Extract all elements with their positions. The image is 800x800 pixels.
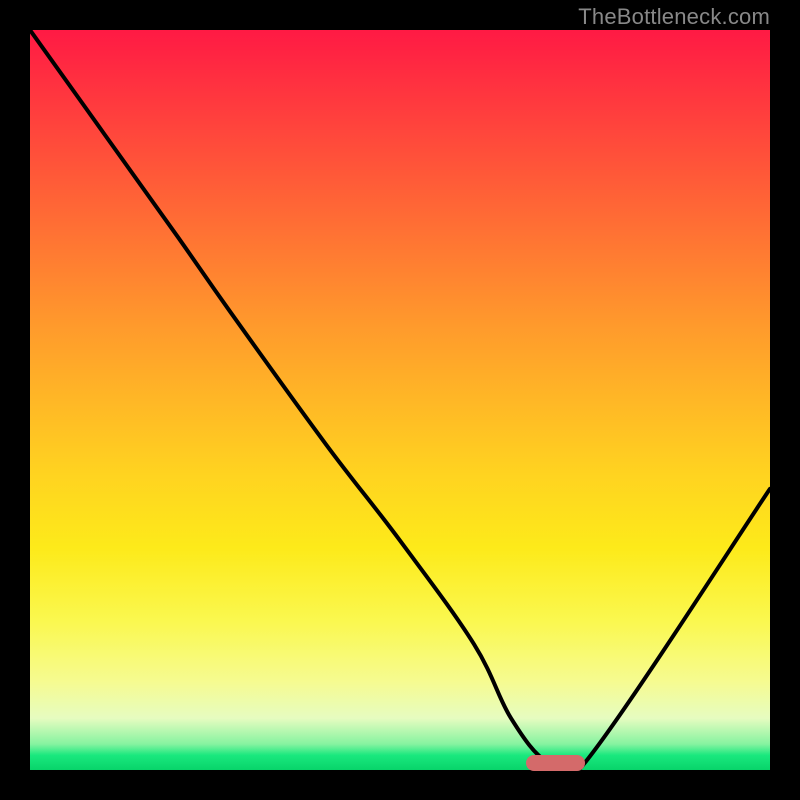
watermark-text: TheBottleneck.com	[578, 4, 770, 30]
chart-frame: TheBottleneck.com	[0, 0, 800, 800]
plot-area	[30, 30, 770, 770]
optimal-range-marker	[526, 755, 585, 771]
bottleneck-curve	[30, 30, 770, 770]
